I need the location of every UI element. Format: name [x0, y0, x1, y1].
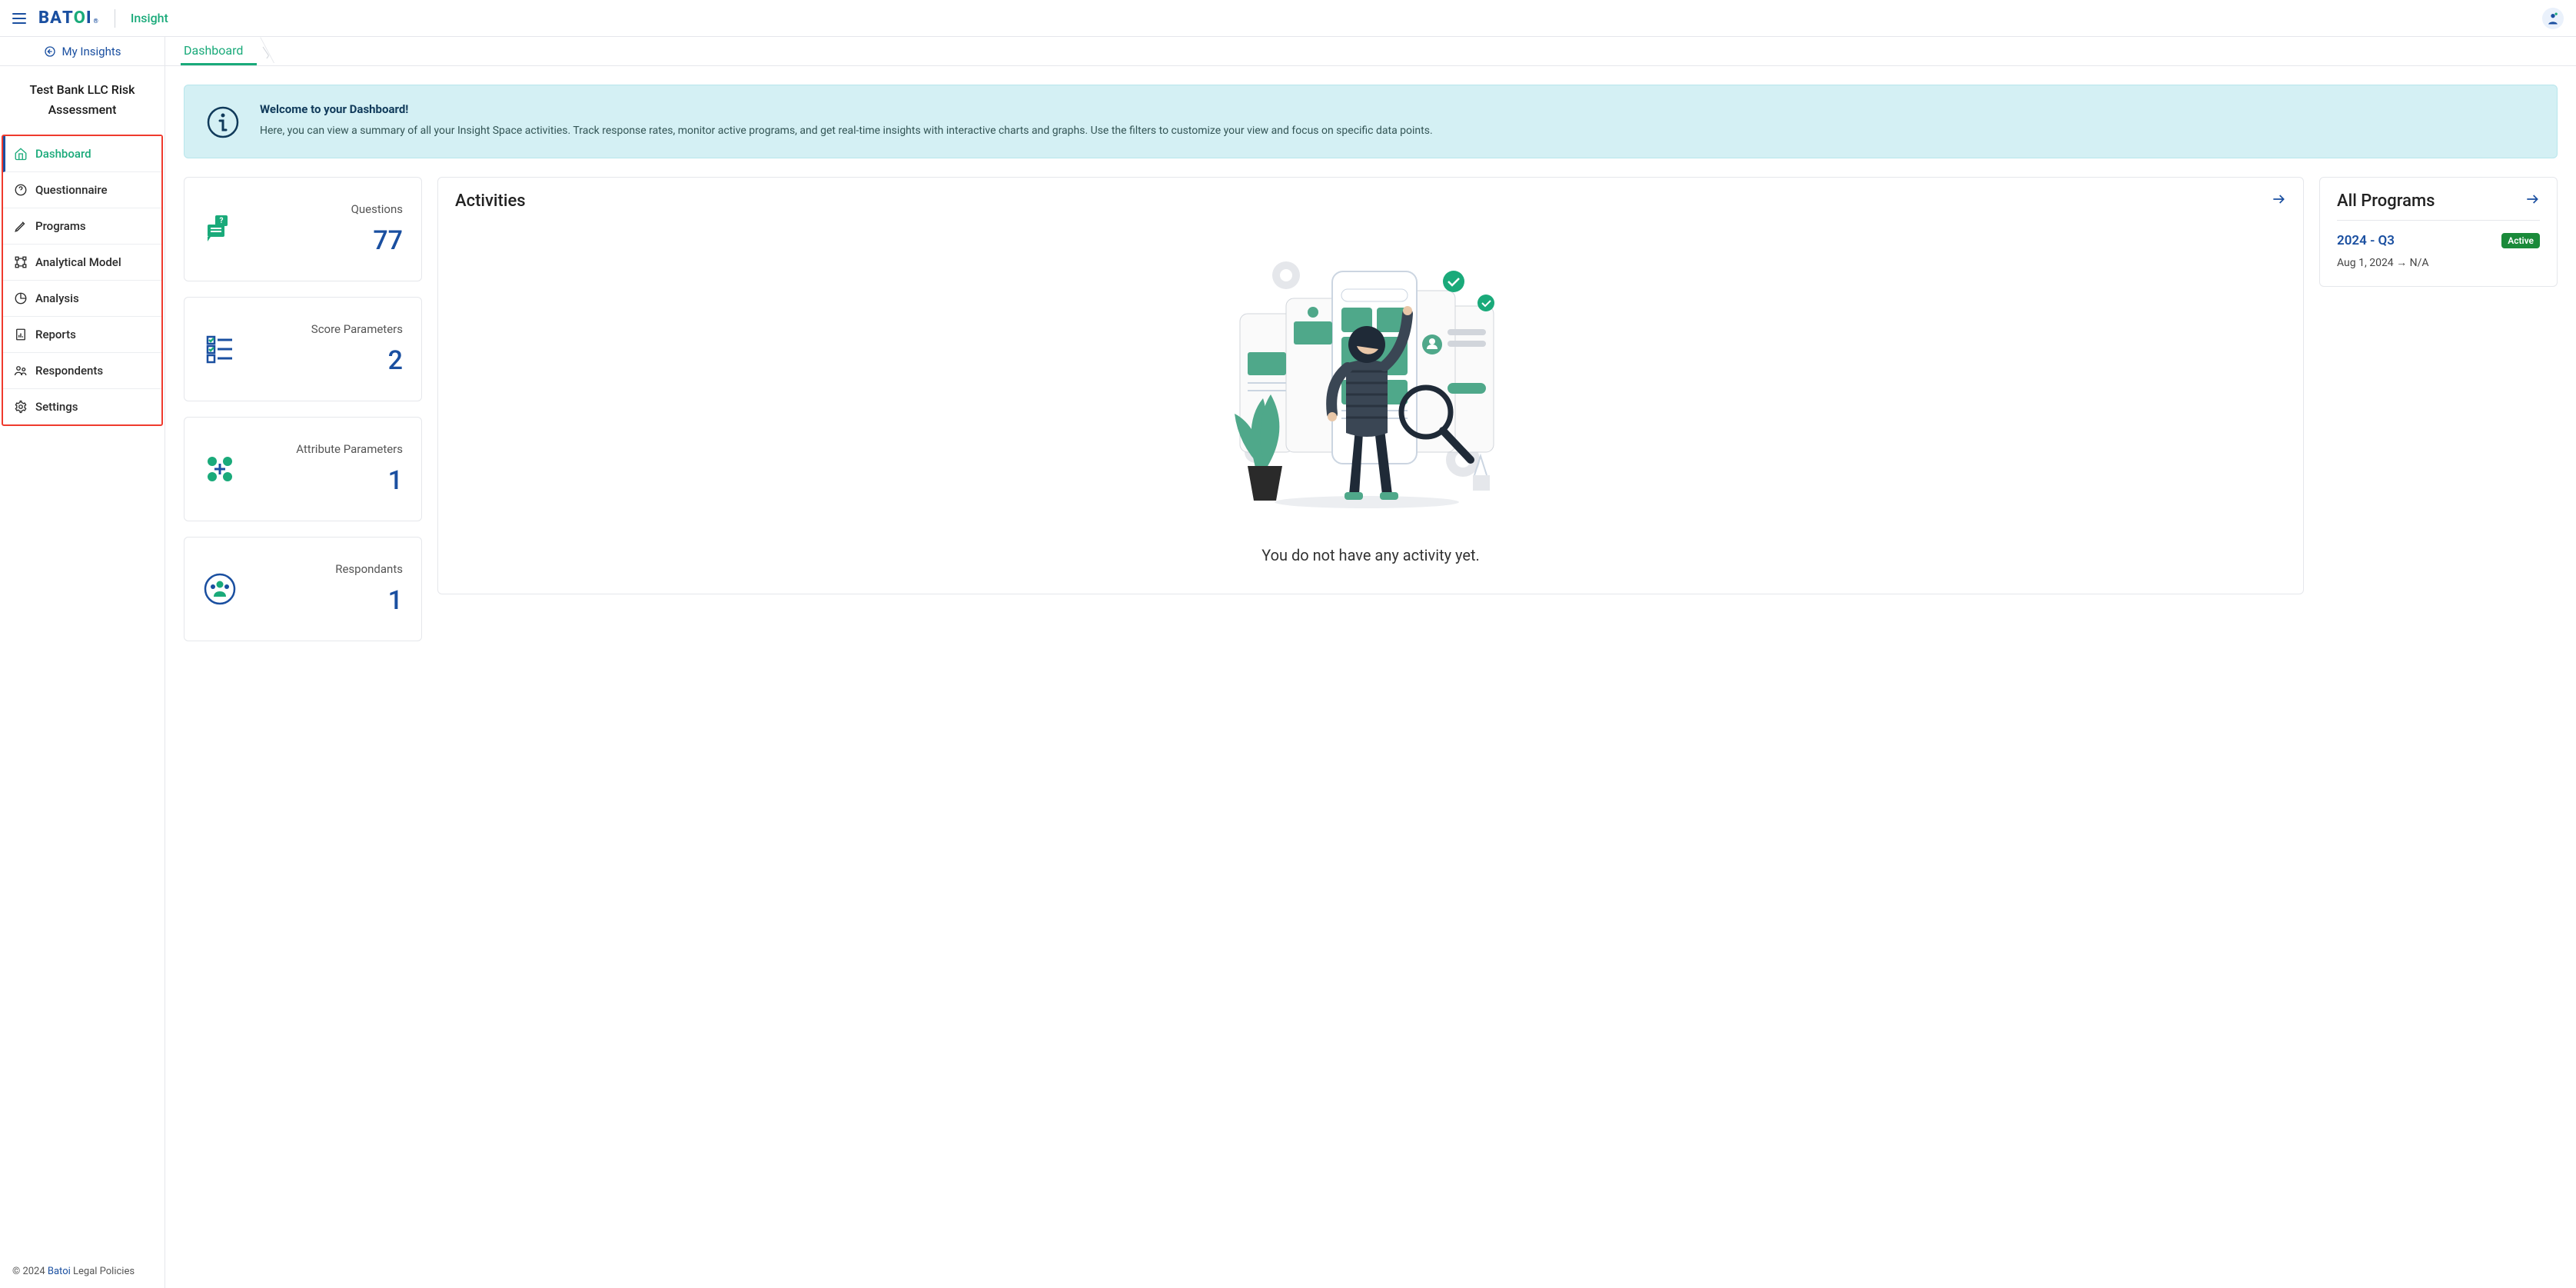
sidebar-item-label: Analytical Model — [35, 255, 121, 269]
brand-logo[interactable]: BATOI® — [38, 8, 99, 28]
sidebar-footer: © 2024 Batoi Legal Policies — [0, 1254, 165, 1288]
add-nodes-icon — [203, 452, 237, 486]
question-circle-icon — [14, 183, 28, 197]
sidebar-item-dashboard[interactable]: Dashboard — [3, 136, 161, 172]
sidebar-item-respondents[interactable]: Respondents — [3, 353, 161, 389]
sidebar-item-label: Questionnaire — [35, 183, 108, 197]
breadcrumb-dashboard[interactable]: Dashboard — [181, 37, 257, 65]
activities-title: Activities — [455, 191, 526, 211]
sidebar-item-analytical-model[interactable]: Analytical Model — [3, 245, 161, 281]
chevron-right-icon — [258, 37, 272, 65]
back-label: My Insights — [62, 45, 121, 58]
footer-prefix: © 2024 — [12, 1266, 48, 1277]
stat-label: Attribute Parameters — [251, 442, 403, 456]
stat-value: 1 — [251, 465, 403, 496]
stat-score-parameters: Score Parameters 2 — [184, 297, 422, 401]
activities-view-all[interactable] — [2271, 191, 2286, 210]
sidebar: Test Bank LLC Risk Assessment Dashboard … — [0, 66, 165, 1288]
stat-label: Respondants — [251, 562, 403, 576]
footer-legal: Legal Policies — [73, 1266, 135, 1277]
activities-empty-text: You do not have any activity yet. — [463, 546, 2279, 564]
product-name: Insight — [131, 11, 168, 25]
programs-title: All Programs — [2337, 191, 2435, 211]
welcome-banner: Welcome to your Dashboard! Here, you can… — [184, 85, 2558, 158]
stat-label: Questions — [251, 202, 403, 216]
program-name: 2024 - Q3 — [2337, 233, 2395, 248]
program-item[interactable]: 2024 - Q3 Active Aug 1, 2024 → N/A — [2337, 220, 2540, 272]
stat-respondents: Respondants 1 — [184, 537, 422, 641]
all-programs-panel: All Programs 2024 - Q3 Active Aug 1, 202… — [2319, 177, 2558, 287]
sidebar-item-questionnaire[interactable]: Questionnaire — [3, 172, 161, 208]
arrow-left-circle-icon — [44, 45, 56, 58]
sidebar-item-label: Respondents — [35, 364, 103, 378]
sidebar-item-label: Programs — [35, 219, 86, 233]
chat-question-icon: ? — [203, 212, 237, 246]
stat-attribute-parameters: Attribute Parameters 1 — [184, 417, 422, 521]
nodes-icon — [14, 255, 28, 269]
sidebar-item-settings[interactable]: Settings — [3, 389, 161, 424]
banner-title: Welcome to your Dashboard! — [260, 102, 1433, 116]
banner-text: Here, you can view a summary of all your… — [260, 122, 1433, 141]
main-content: Welcome to your Dashboard! Here, you can… — [165, 66, 2576, 1288]
footer-link-batoi[interactable]: Batoi — [48, 1266, 71, 1277]
sidebar-item-label: Reports — [35, 328, 76, 341]
user-avatar[interactable] — [2542, 8, 2564, 29]
program-status-badge: Active — [2501, 233, 2540, 248]
tab-label: Dashboard — [184, 43, 243, 58]
sidebar-item-label: Analysis — [35, 291, 79, 305]
sidebar-item-reports[interactable]: Reports — [3, 317, 161, 353]
sidebar-item-programs[interactable]: Programs — [3, 208, 161, 245]
svg-text:?: ? — [220, 217, 224, 225]
info-icon — [206, 105, 240, 139]
stat-value: 77 — [251, 225, 403, 256]
space-title: Test Bank LLC Risk Assessment — [0, 66, 165, 133]
sidebar-item-label: Settings — [35, 400, 78, 414]
person-icon — [2545, 11, 2561, 26]
back-my-insights[interactable]: My Insights — [0, 37, 165, 65]
sidebar-nav: Dashboard Questionnaire Programs Analyti… — [2, 135, 163, 426]
checklist-icon — [203, 332, 237, 366]
sidebar-item-label: Dashboard — [35, 147, 91, 161]
home-icon — [14, 147, 28, 161]
stat-value: 2 — [251, 345, 403, 376]
people-circle-icon — [203, 572, 237, 606]
arrow-right-icon — [2524, 191, 2540, 207]
report-icon — [14, 328, 28, 341]
stat-questions: ? Questions 77 — [184, 177, 422, 281]
stat-label: Score Parameters — [251, 322, 403, 336]
program-dates: Aug 1, 2024 → N/A — [2337, 256, 2540, 269]
programs-view-all[interactable] — [2524, 191, 2540, 210]
activities-panel: Activities — [437, 177, 2304, 594]
sidebar-item-analysis[interactable]: Analysis — [3, 281, 161, 317]
stat-value: 1 — [251, 585, 403, 616]
people-icon — [14, 364, 28, 378]
stat-cards-column: ? Questions 77 — [184, 177, 422, 641]
menu-toggle[interactable] — [12, 13, 26, 24]
empty-activities-illustration — [1209, 229, 1532, 521]
pie-chart-icon — [14, 291, 28, 305]
pen-icon — [14, 219, 28, 233]
arrow-right-icon — [2271, 191, 2286, 207]
gear-icon — [14, 400, 28, 414]
